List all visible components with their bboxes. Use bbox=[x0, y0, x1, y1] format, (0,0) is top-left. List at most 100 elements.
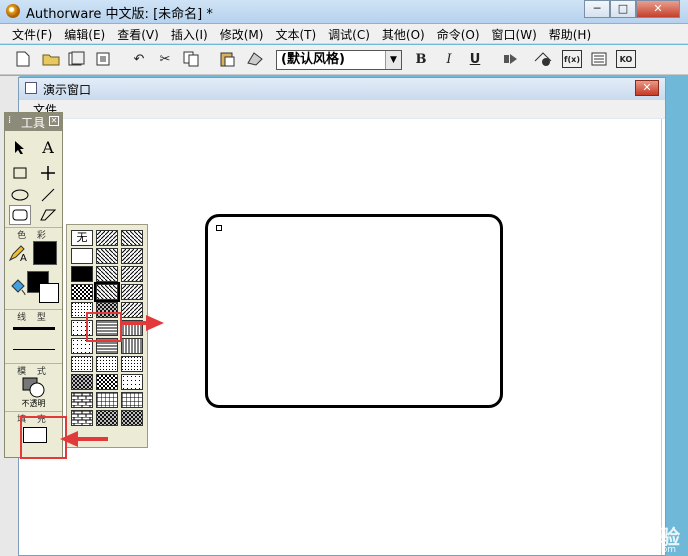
main-toolbar: ↶ ✂ (默认风格) ▼ B I U f(x) KO bbox=[0, 45, 688, 75]
pattern-swatch[interactable] bbox=[71, 392, 93, 408]
menu-text[interactable]: 文本(T) bbox=[269, 24, 322, 43]
pattern-swatch[interactable] bbox=[96, 230, 118, 246]
pattern-swatch[interactable] bbox=[96, 266, 118, 282]
presentation-title-bar: 演示窗口 ✕ bbox=[19, 78, 665, 100]
pattern-swatch[interactable] bbox=[121, 266, 143, 282]
annotation-arrow-right-icon bbox=[122, 315, 164, 331]
menu-modify[interactable]: 修改(M) bbox=[214, 24, 270, 43]
annotation-arrow-left-icon bbox=[60, 431, 108, 447]
find-icon[interactable] bbox=[246, 50, 264, 68]
save-all-icon[interactable] bbox=[68, 50, 86, 68]
opaque-mode-icon[interactable] bbox=[21, 376, 47, 398]
restart-icon[interactable] bbox=[502, 50, 520, 68]
underline-button[interactable]: U bbox=[466, 50, 484, 68]
menu-edit[interactable]: 编辑(E) bbox=[58, 24, 111, 43]
menu-debug[interactable]: 调试(C) bbox=[322, 24, 376, 43]
crosshair-line-tool-icon[interactable] bbox=[37, 163, 59, 183]
window-controls: ─ □ ✕ bbox=[584, 0, 680, 18]
open-folder-icon[interactable] bbox=[42, 50, 60, 68]
variables-icon[interactable] bbox=[590, 50, 608, 68]
canvas-edge-divider bbox=[661, 119, 662, 555]
watermark-url: jingyan.baidu.com bbox=[592, 545, 676, 555]
tools-title: 工具 bbox=[21, 116, 46, 130]
pattern-swatch[interactable] bbox=[71, 284, 93, 300]
pattern-swatch[interactable] bbox=[121, 338, 143, 354]
menu-insert[interactable]: 插入(I) bbox=[165, 24, 214, 43]
pattern-swatch[interactable] bbox=[71, 266, 93, 282]
pencil-color-icon[interactable]: A bbox=[7, 243, 29, 263]
maximize-button[interactable]: □ bbox=[610, 0, 636, 18]
menu-view[interactable]: 查看(V) bbox=[111, 24, 165, 43]
pointer-tool-icon[interactable] bbox=[9, 137, 31, 157]
menu-file[interactable]: 文件(F) bbox=[6, 24, 58, 43]
menu-command[interactable]: 命令(O) bbox=[431, 24, 486, 43]
close-button[interactable]: ✕ bbox=[636, 0, 680, 18]
presentation-close-button[interactable]: ✕ bbox=[635, 80, 659, 96]
new-file-icon[interactable] bbox=[14, 50, 32, 68]
pattern-swatch[interactable] bbox=[121, 410, 143, 426]
menu-window[interactable]: 窗口(W) bbox=[486, 24, 543, 43]
selection-handle[interactable] bbox=[216, 225, 222, 231]
pattern-swatch[interactable] bbox=[121, 374, 143, 390]
import-icon[interactable] bbox=[94, 50, 112, 68]
minimize-button[interactable]: ─ bbox=[584, 0, 610, 18]
mode-value: 不透明 bbox=[21, 399, 46, 408]
pattern-swatch[interactable] bbox=[71, 374, 93, 390]
mode-section-label: 模 式 bbox=[5, 363, 62, 377]
window-title: Authorware 中文版: [未命名] * bbox=[26, 7, 213, 22]
tools-title-bar[interactable]: ⁞ 工具 ✕ bbox=[5, 113, 62, 131]
chevron-down-icon[interactable]: ▼ bbox=[385, 51, 401, 69]
paste-icon[interactable] bbox=[218, 50, 236, 68]
rectangle-tool-icon[interactable] bbox=[9, 163, 31, 183]
svg-text:A: A bbox=[20, 253, 27, 262]
pattern-swatch[interactable] bbox=[71, 410, 93, 426]
text-tool-icon[interactable]: A bbox=[37, 137, 59, 157]
background-color-swatch[interactable] bbox=[39, 283, 59, 303]
pattern-swatch[interactable] bbox=[96, 392, 118, 408]
undo-icon[interactable]: ↶ bbox=[130, 50, 148, 68]
pattern-swatch-selected[interactable] bbox=[94, 282, 120, 302]
pattern-swatch[interactable] bbox=[96, 410, 118, 426]
line-section-label: 线 型 bbox=[5, 309, 62, 323]
baidu-watermark: Baidu 经验 jingyan.baidu.com bbox=[569, 521, 680, 555]
line-style-thick[interactable] bbox=[13, 327, 55, 330]
ellipse-tool-icon[interactable] bbox=[9, 185, 31, 205]
polygon-tool-icon[interactable] bbox=[37, 205, 59, 225]
text-style-value: (默认风格) bbox=[281, 52, 345, 67]
knowledge-objects-button[interactable]: KO bbox=[616, 50, 636, 68]
grip-icon[interactable]: ⁞ bbox=[8, 115, 11, 126]
bold-button[interactable]: B bbox=[412, 50, 430, 68]
tools-palette: ⁞ 工具 ✕ A 色 彩 A 线 型 模 式 不透明 填 充 bbox=[4, 112, 63, 458]
selected-pattern-highlight bbox=[86, 312, 122, 342]
functions-button[interactable]: f(x) bbox=[562, 50, 582, 68]
fill-bucket-icon[interactable] bbox=[7, 277, 29, 297]
copy-icon[interactable] bbox=[182, 50, 200, 68]
rounded-rectangle-shape[interactable] bbox=[205, 214, 503, 408]
pattern-swatch[interactable] bbox=[96, 356, 118, 372]
control-panel-icon[interactable] bbox=[534, 50, 552, 68]
diagonal-line-tool-icon[interactable] bbox=[37, 185, 59, 205]
pattern-swatch[interactable] bbox=[96, 374, 118, 390]
menu-other[interactable]: 其他(O) bbox=[376, 24, 431, 43]
pattern-swatch[interactable] bbox=[121, 248, 143, 264]
cut-icon[interactable]: ✂ bbox=[156, 50, 174, 68]
pattern-swatch[interactable] bbox=[71, 356, 93, 372]
rounded-rectangle-tool-icon[interactable] bbox=[9, 205, 31, 225]
italic-button[interactable]: I bbox=[440, 50, 458, 68]
color-section-label: 色 彩 bbox=[5, 227, 62, 241]
presentation-menubar: 文件 bbox=[19, 100, 665, 118]
pattern-swatch[interactable] bbox=[121, 356, 143, 372]
pattern-none[interactable]: 无 bbox=[71, 230, 93, 246]
presentation-window-icon bbox=[25, 82, 37, 94]
line-style-thin[interactable] bbox=[13, 349, 55, 350]
presentation-title: 演示窗口 bbox=[43, 83, 92, 97]
pattern-swatch[interactable] bbox=[121, 284, 143, 300]
pattern-swatch[interactable] bbox=[71, 248, 93, 264]
text-style-select[interactable]: (默认风格) ▼ bbox=[276, 50, 402, 70]
menu-help[interactable]: 帮助(H) bbox=[543, 24, 597, 43]
pattern-swatch[interactable] bbox=[121, 230, 143, 246]
tools-close-button[interactable]: ✕ bbox=[49, 116, 59, 126]
line-color-swatch[interactable] bbox=[33, 241, 57, 265]
pattern-swatch[interactable] bbox=[121, 392, 143, 408]
pattern-swatch[interactable] bbox=[96, 248, 118, 264]
